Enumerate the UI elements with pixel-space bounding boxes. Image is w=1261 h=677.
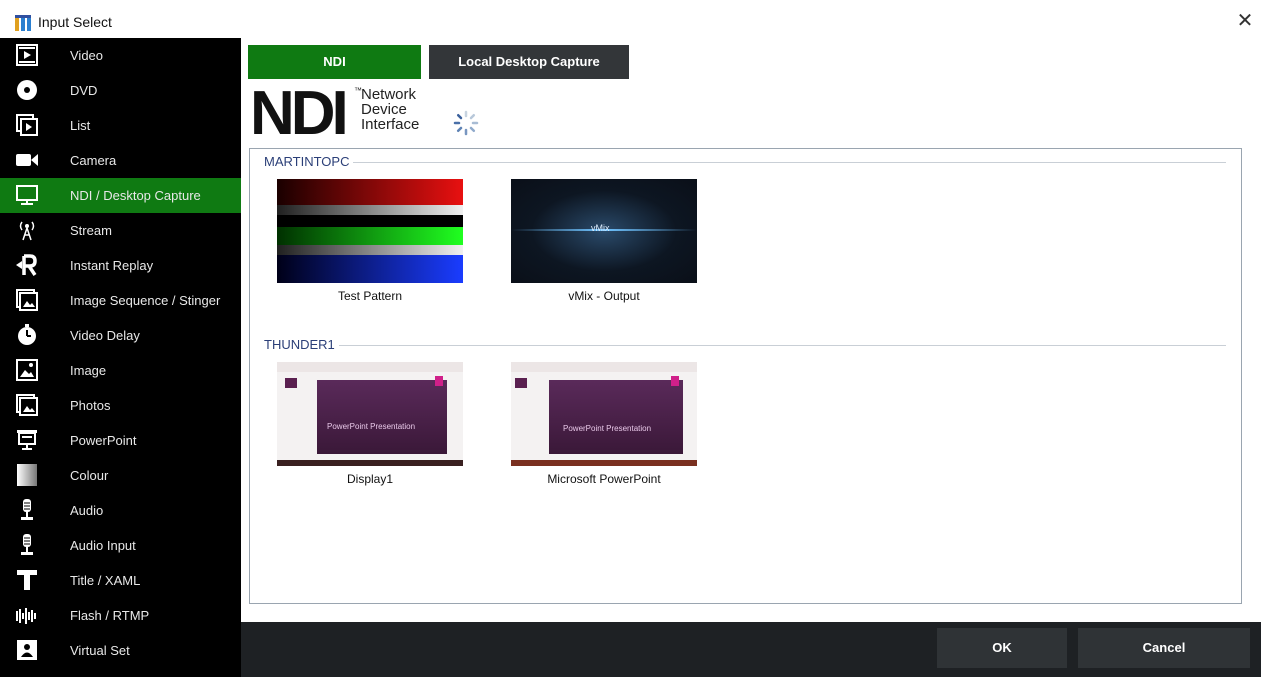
sidebar-item-audio-input[interactable]: Audio Input bbox=[0, 528, 241, 563]
sidebar-item-label: Virtual Set bbox=[70, 643, 130, 658]
ndi-source-test-pattern[interactable]: Test Pattern bbox=[277, 179, 463, 303]
tab-ndi[interactable]: NDI bbox=[248, 45, 421, 79]
loading-spinner-icon bbox=[453, 110, 479, 136]
sidebar-item-label: List bbox=[70, 118, 91, 133]
antenna-icon bbox=[19, 221, 35, 241]
ndi-logo-line: Device bbox=[361, 101, 407, 118]
sidebar-item-virtual-set[interactable]: Virtual Set bbox=[0, 633, 241, 668]
sidebar-item-label: Flash / RTMP bbox=[70, 608, 150, 623]
tab-local-desktop-capture[interactable]: Local Desktop Capture bbox=[429, 45, 629, 79]
sidebar-item-colour[interactable]: Colour bbox=[0, 458, 241, 493]
video-icon bbox=[16, 44, 38, 66]
sidebar-item-title-xaml[interactable]: Title / XAML bbox=[0, 563, 241, 598]
cancel-button[interactable]: Cancel bbox=[1078, 628, 1250, 668]
timer-icon bbox=[18, 324, 36, 345]
close-button[interactable]: ✕ bbox=[1234, 10, 1256, 32]
vmix-app-icon bbox=[14, 14, 32, 32]
sidebar-item-image[interactable]: Image bbox=[0, 353, 241, 388]
sidebar-item-video-delay[interactable]: Video Delay bbox=[0, 318, 241, 353]
sidebar-item-label: Image bbox=[70, 363, 107, 378]
ndi-logo-line: Interface bbox=[361, 116, 420, 133]
replay-icon bbox=[16, 254, 37, 276]
sidebar-item-label: Audio Input bbox=[70, 538, 136, 553]
group-divider bbox=[264, 345, 1226, 346]
ndi-source-microsoft-powerpoint[interactable]: PowerPoint Presentation Microsoft PowerP… bbox=[511, 362, 697, 486]
sidebar-item-label: Colour bbox=[70, 468, 109, 483]
display1-thumbnail: PowerPoint Presentation bbox=[277, 362, 463, 466]
camera-icon bbox=[16, 154, 38, 166]
ndi-source-vmix-output[interactable]: vMix vMix - Output bbox=[511, 179, 697, 303]
sidebar-item-powerpoint[interactable]: PowerPoint bbox=[0, 423, 241, 458]
source-label: Test Pattern bbox=[337, 289, 403, 303]
title-icon bbox=[17, 570, 37, 590]
list-icon bbox=[16, 114, 38, 136]
ndi-logo-subtitle: Network Device Interface bbox=[361, 87, 419, 132]
source-label: vMix - Output bbox=[568, 289, 640, 303]
sidebar-item-ndi-desktop-capture[interactable]: NDI / Desktop Capture bbox=[0, 178, 241, 213]
powerpoint-thumb-text: PowerPoint Presentation bbox=[563, 424, 652, 433]
sidebar-item-label: Title / XAML bbox=[70, 573, 141, 588]
ndi-logo-line: Network bbox=[361, 86, 417, 103]
input-select-window: Input Select ✕ Video DVD List Camera NDI… bbox=[0, 0, 1261, 677]
group-label-thunder1: THUNDER1 bbox=[264, 337, 339, 352]
sidebar-item-list[interactable]: List bbox=[0, 108, 241, 143]
image-sequence-icon bbox=[16, 289, 38, 311]
ok-button[interactable]: OK bbox=[937, 628, 1067, 668]
sidebar-item-label: PowerPoint bbox=[70, 433, 137, 448]
sidebar-item-label: DVD bbox=[70, 83, 98, 98]
ndi-sources-panel: MARTINTOPC Test Pattern vMix vMix - Outp… bbox=[249, 148, 1242, 604]
sidebar-item-stream[interactable]: Stream bbox=[0, 213, 241, 248]
group-divider bbox=[264, 162, 1226, 163]
dialog-footer: OK Cancel bbox=[241, 622, 1261, 677]
sidebar-item-video[interactable]: Video bbox=[0, 38, 241, 73]
virtual-set-icon bbox=[17, 640, 37, 660]
vmix-thumb-text: vMix bbox=[591, 223, 610, 233]
sidebar-item-label: NDI / Desktop Capture bbox=[70, 188, 201, 203]
sidebar-item-label: Stream bbox=[70, 223, 112, 238]
microsoft-powerpoint-thumbnail: PowerPoint Presentation bbox=[511, 362, 697, 466]
sidebar-item-label: Audio bbox=[70, 503, 104, 518]
test-pattern-thumbnail bbox=[277, 179, 463, 283]
sidebar-item-flash-rtmp[interactable]: Flash / RTMP bbox=[0, 598, 241, 633]
presentation-icon bbox=[17, 430, 37, 450]
window-title: Input Select bbox=[38, 14, 112, 30]
microphone-input-icon bbox=[21, 534, 33, 555]
sidebar-item-label: Image Sequence / Stinger bbox=[70, 293, 221, 308]
sidebar-item-label: Video bbox=[70, 48, 104, 63]
sidebar-item-label: Photos bbox=[70, 398, 111, 413]
sidebar-item-label: Camera bbox=[70, 153, 117, 168]
flash-icon bbox=[16, 608, 36, 624]
main-content: NDI Local Desktop Capture NDI ™ Network … bbox=[241, 38, 1261, 622]
monitor-icon bbox=[16, 185, 38, 205]
source-label: Display1 bbox=[346, 472, 394, 486]
ndi-source-display1[interactable]: PowerPoint Presentation Display1 bbox=[277, 362, 463, 486]
photos-icon bbox=[16, 394, 38, 416]
sidebar-item-camera[interactable]: Camera bbox=[0, 143, 241, 178]
dvd-icon bbox=[17, 80, 37, 100]
close-icon: ✕ bbox=[1236, 10, 1254, 32]
source-label: Microsoft PowerPoint bbox=[547, 472, 661, 486]
display1-thumb-text: PowerPoint Presentation bbox=[327, 422, 416, 431]
ndi-logo: NDI ™ Network Device Interface bbox=[250, 79, 450, 148]
colour-icon bbox=[17, 464, 37, 486]
ndi-logo-text: NDI bbox=[250, 79, 349, 148]
sidebar-item-dvd[interactable]: DVD bbox=[0, 73, 241, 108]
sidebar-item-instant-replay[interactable]: Instant Replay bbox=[0, 248, 241, 283]
title-bar: Input Select ✕ bbox=[0, 0, 1261, 38]
vmix-output-thumbnail: vMix bbox=[511, 179, 697, 283]
microphone-icon bbox=[21, 499, 33, 520]
group-label-martintopc: MARTINTOPC bbox=[264, 154, 354, 169]
sidebar-item-label: Instant Replay bbox=[70, 258, 154, 273]
sidebar-item-audio[interactable]: Audio bbox=[0, 493, 241, 528]
sidebar-item-label: Video Delay bbox=[70, 328, 140, 343]
sidebar-item-photos[interactable]: Photos bbox=[0, 388, 241, 423]
image-icon bbox=[16, 359, 38, 381]
sidebar-item-image-sequence[interactable]: Image Sequence / Stinger bbox=[0, 283, 241, 318]
input-type-sidebar: Video DVD List Camera NDI / Desktop Capt… bbox=[0, 38, 241, 677]
